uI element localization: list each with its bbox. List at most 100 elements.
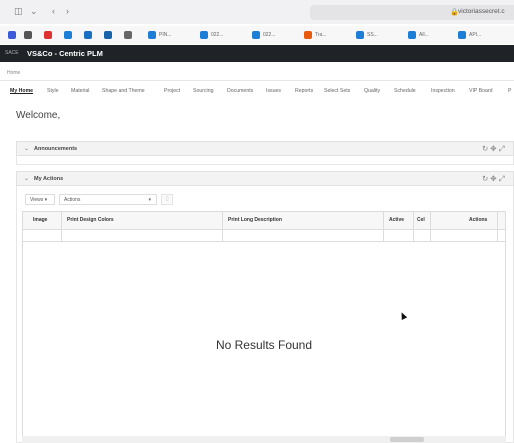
- chevron-down-icon[interactable]: ⌄: [24, 175, 29, 182]
- panel-tools: ↻✥⤢: [482, 144, 507, 154]
- bookmark-item[interactable]: [104, 30, 115, 40]
- nav-tab[interactable]: Inspection: [431, 88, 455, 94]
- bookmark-favicon-icon: [84, 31, 92, 39]
- actions-label: Actions: [64, 197, 81, 203]
- bookmark-favicon-icon: [408, 31, 416, 39]
- bookmark-item[interactable]: PIN...: [148, 30, 172, 40]
- chevron-down-icon[interactable]: ⌄: [24, 145, 29, 152]
- bookmark-favicon-icon: [356, 31, 364, 39]
- column-divider: [497, 212, 498, 242]
- back-arrow-icon[interactable]: ‹: [52, 6, 55, 16]
- announcements-title: Announcements: [34, 146, 78, 152]
- nav-tab[interactable]: Shape and Theme: [102, 88, 145, 94]
- bookmark-favicon-icon: [458, 31, 466, 39]
- nav-tab[interactable]: Sourcing: [193, 88, 213, 94]
- announcements-panel-body: [16, 156, 514, 165]
- announcements-panel-header[interactable]: ⌄ Announcements ↻✥⤢: [16, 141, 514, 156]
- nav-tab[interactable]: Schedule: [394, 88, 416, 94]
- bookmarks-bar: PIN... 022... 022... Tra... SS... All... API..…: [0, 26, 514, 44]
- bookmark-label: 022...: [263, 32, 276, 38]
- nav-tab[interactable]: Documents: [227, 88, 253, 94]
- column-divider: [413, 212, 414, 242]
- chevron-down-icon[interactable]: ⌄: [30, 6, 38, 17]
- column-header-active[interactable]: Active: [389, 217, 404, 223]
- nav-tab[interactable]: Issues: [266, 88, 281, 94]
- bookmark-label: SS...: [367, 32, 378, 38]
- bookmark-favicon-icon: [64, 31, 72, 39]
- bookmark-favicon-icon: [252, 31, 260, 39]
- my-actions-title: My Actions: [34, 176, 64, 182]
- bookmark-item[interactable]: 022...: [200, 30, 224, 40]
- move-icon[interactable]: ✥: [490, 174, 498, 183]
- scrollbar-thumb[interactable]: [390, 437, 424, 442]
- bookmark-item[interactable]: All...: [408, 30, 429, 40]
- bookmark-item[interactable]: [44, 30, 55, 40]
- bookmark-item[interactable]: [24, 30, 35, 40]
- expand-icon[interactable]: ⤢: [499, 174, 507, 183]
- bookmark-label: 022...: [211, 32, 224, 38]
- bookmark-favicon-icon: [24, 31, 32, 39]
- bookmark-item[interactable]: Tra...: [304, 30, 326, 40]
- breadcrumb[interactable]: Home: [7, 70, 20, 76]
- horizontal-scrollbar[interactable]: [22, 436, 506, 443]
- nav-tab[interactable]: Select Sets: [324, 88, 350, 94]
- document-icon[interactable]: ▯: [161, 194, 173, 205]
- bookmark-favicon-icon: [148, 31, 156, 39]
- column-header-print-design-colors[interactable]: Print Design Colors: [67, 217, 114, 223]
- my-actions-panel-header[interactable]: ⌄ My Actions ↻✥⤢: [16, 171, 514, 186]
- nav-tab[interactable]: Style: [47, 88, 59, 94]
- sidebar-toggle-icon[interactable]: ◫: [14, 6, 23, 17]
- column-divider: [222, 212, 223, 242]
- address-bar[interactable]: 🔒 victoriassecret.c: [310, 5, 514, 20]
- address-url: victoriassecret.c: [458, 8, 505, 15]
- nav-tab[interactable]: Material: [71, 88, 89, 94]
- nav-tab[interactable]: P: [508, 88, 511, 94]
- bookmark-label: Tra...: [315, 32, 327, 38]
- bookmark-label: API...: [469, 32, 482, 38]
- column-header-cel[interactable]: Cel: [417, 217, 425, 223]
- app-header: SACE VS&Co - Centric PLM: [0, 45, 514, 62]
- move-icon[interactable]: ✥: [490, 144, 498, 153]
- app-prefix: SACE: [5, 50, 19, 56]
- bookmark-item[interactable]: [84, 30, 95, 40]
- empty-state-text: No Results Found: [215, 338, 313, 352]
- bookmark-favicon-icon: [124, 31, 132, 39]
- panel-tools: ↻✥⤢: [482, 174, 507, 184]
- bookmark-favicon-icon: [8, 31, 16, 39]
- table-filter-row: [23, 230, 505, 242]
- views-dropdown[interactable]: Views ▾: [25, 194, 55, 205]
- welcome-heading: Welcome,: [16, 110, 61, 121]
- results-table: Image Print Design Colors Print Long Des…: [22, 211, 506, 441]
- caret-down-icon: ▾: [44, 197, 48, 203]
- bookmark-item[interactable]: [8, 30, 19, 40]
- nav-tab[interactable]: VIP Board: [469, 88, 493, 94]
- views-label: Views: [30, 197, 44, 203]
- column-divider: [430, 212, 431, 242]
- nav-tab[interactable]: Reports: [295, 88, 313, 94]
- bookmark-favicon-icon: [200, 31, 208, 39]
- bookmark-item[interactable]: API...: [458, 30, 481, 40]
- bookmark-favicon-icon: [44, 31, 52, 39]
- bookmark-item[interactable]: SS...: [356, 30, 378, 40]
- bookmark-item[interactable]: [124, 30, 135, 40]
- column-header-actions[interactable]: Actions: [469, 217, 487, 223]
- bookmark-label: PIN...: [159, 32, 172, 38]
- divider: [0, 80, 514, 81]
- caret-down-icon: ▾: [148, 197, 151, 203]
- browser-toolbar: ◫ ⌄ ‹ › 🔒 victoriassecret.c: [0, 0, 514, 24]
- column-header-image[interactable]: Image: [33, 217, 47, 223]
- bookmark-favicon-icon: [304, 31, 312, 39]
- nav-tab[interactable]: Quality: [364, 88, 380, 94]
- nav-tab[interactable]: Project: [164, 88, 180, 94]
- bookmark-label: All...: [419, 32, 429, 38]
- main-nav: My Home Style Material Shape and Theme Proje…: [0, 88, 514, 98]
- forward-arrow-icon[interactable]: ›: [66, 6, 69, 16]
- bookmark-item[interactable]: 022...: [252, 30, 276, 40]
- column-header-print-long-description[interactable]: Print Long Description: [228, 217, 282, 223]
- column-divider: [383, 212, 384, 242]
- bookmark-item[interactable]: [64, 30, 75, 40]
- expand-icon[interactable]: ⤢: [499, 144, 507, 153]
- nav-tab[interactable]: My Home: [10, 88, 33, 94]
- column-divider: [61, 212, 62, 242]
- actions-dropdown[interactable]: Actions ▾: [59, 194, 157, 205]
